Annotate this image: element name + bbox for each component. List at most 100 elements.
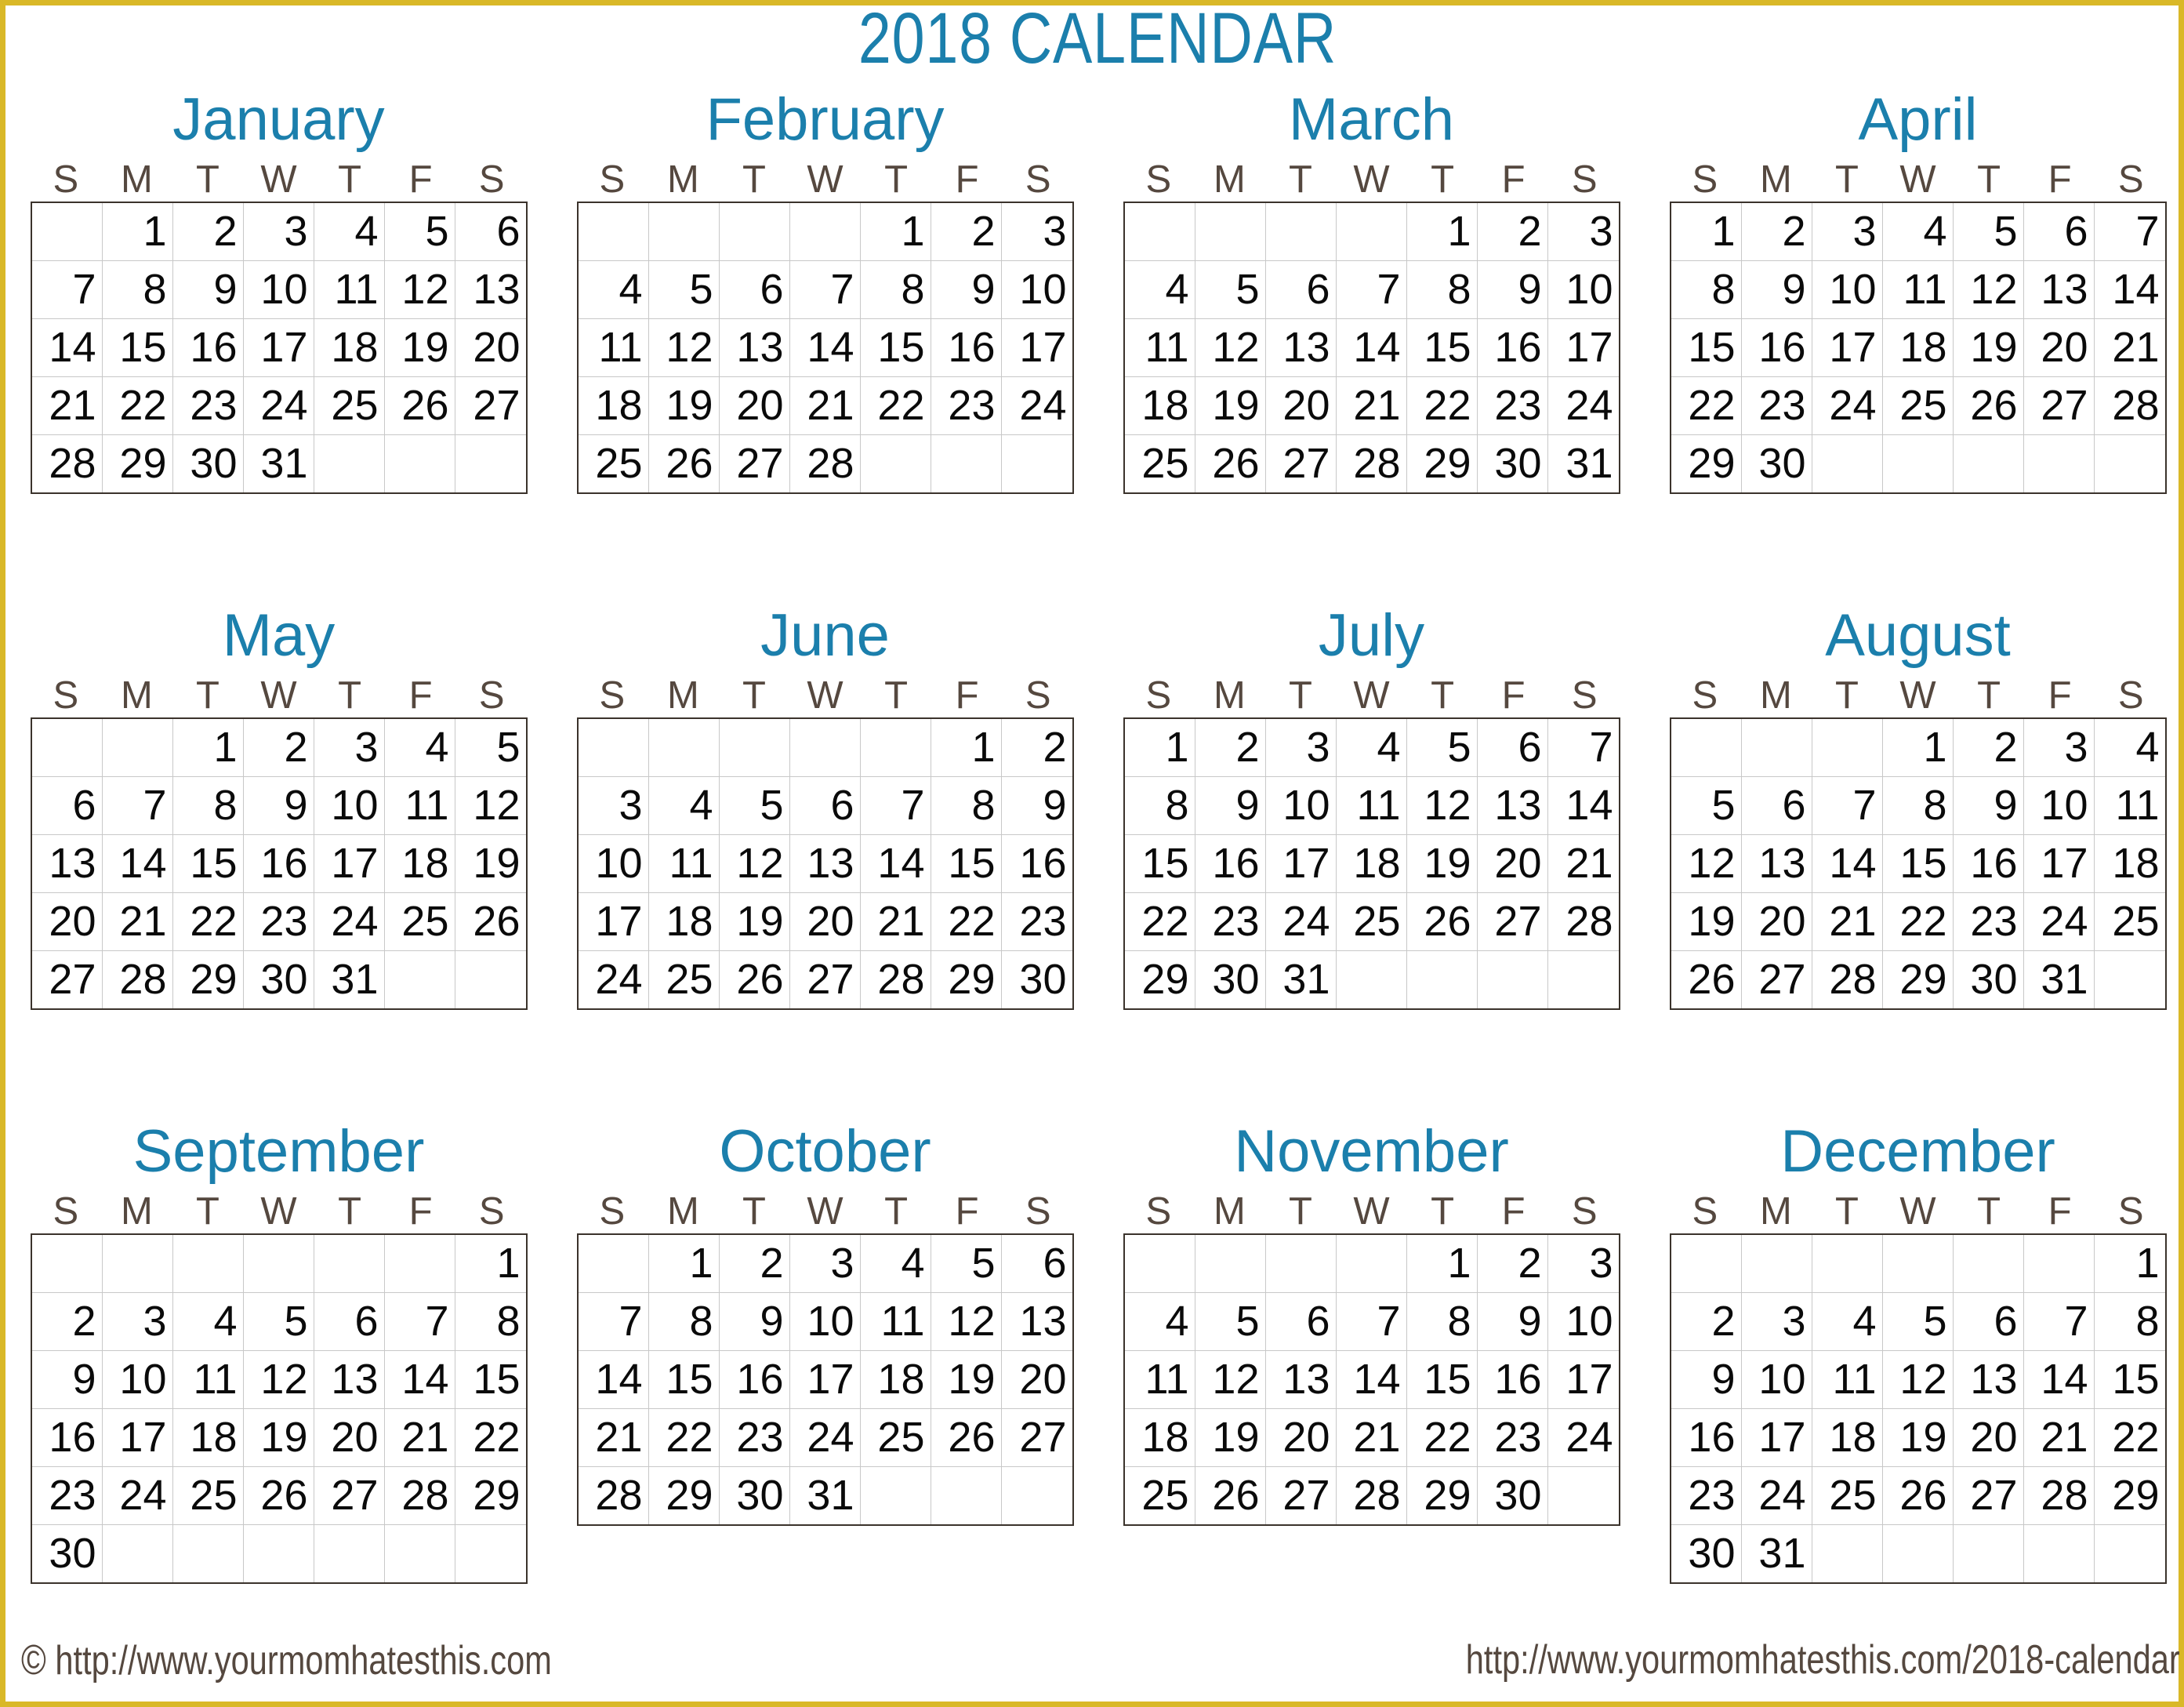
day-cell[interactable]: 27 bbox=[1002, 1409, 1072, 1466]
day-cell[interactable]: 25 bbox=[1337, 893, 1407, 950]
day-cell[interactable]: 20 bbox=[1002, 1351, 1072, 1408]
day-cell[interactable]: 7 bbox=[2095, 203, 2165, 260]
day-cell[interactable]: 22 bbox=[173, 893, 244, 950]
day-cell[interactable]: 28 bbox=[385, 1467, 455, 1524]
day-cell[interactable]: 4 bbox=[861, 1235, 931, 1292]
day-cell[interactable]: 31 bbox=[1266, 951, 1337, 1008]
day-cell[interactable]: 13 bbox=[790, 835, 861, 892]
day-cell[interactable]: 10 bbox=[103, 1351, 173, 1408]
day-cell[interactable]: 18 bbox=[1883, 319, 1954, 376]
day-cell[interactable]: 12 bbox=[1195, 1351, 1266, 1408]
day-cell[interactable]: 3 bbox=[1266, 719, 1337, 776]
day-cell[interactable]: 17 bbox=[579, 893, 649, 950]
day-cell[interactable]: 28 bbox=[1337, 435, 1407, 492]
day-cell[interactable]: 14 bbox=[1812, 835, 1883, 892]
day-cell[interactable]: 15 bbox=[455, 1351, 526, 1408]
day-cell[interactable]: 2 bbox=[1002, 719, 1072, 776]
day-cell[interactable]: 13 bbox=[1002, 1293, 1072, 1350]
day-cell[interactable]: 10 bbox=[244, 261, 314, 318]
day-cell[interactable]: 28 bbox=[2024, 1467, 2095, 1524]
day-cell[interactable]: 6 bbox=[790, 777, 861, 834]
day-cell[interactable]: 21 bbox=[2024, 1409, 2095, 1466]
day-cell[interactable]: 11 bbox=[385, 777, 455, 834]
day-cell[interactable]: 30 bbox=[244, 951, 314, 1008]
day-cell[interactable]: 5 bbox=[244, 1293, 314, 1350]
day-cell[interactable]: 6 bbox=[1954, 1293, 2024, 1350]
day-cell[interactable]: 19 bbox=[244, 1409, 314, 1466]
day-cell[interactable]: 21 bbox=[1337, 1409, 1407, 1466]
day-cell[interactable]: 23 bbox=[1954, 893, 2024, 950]
day-cell[interactable]: 18 bbox=[1125, 377, 1195, 434]
day-cell[interactable]: 15 bbox=[1671, 319, 1742, 376]
day-cell[interactable]: 16 bbox=[1478, 319, 1548, 376]
day-cell[interactable]: 11 bbox=[314, 261, 385, 318]
day-cell[interactable]: 28 bbox=[2095, 377, 2165, 434]
day-cell[interactable]: 8 bbox=[931, 777, 1002, 834]
day-cell[interactable]: 22 bbox=[1671, 377, 1742, 434]
day-cell[interactable]: 25 bbox=[649, 951, 720, 1008]
day-cell[interactable]: 9 bbox=[1195, 777, 1266, 834]
day-cell[interactable]: 28 bbox=[32, 435, 103, 492]
day-cell[interactable]: 25 bbox=[1883, 377, 1954, 434]
day-cell[interactable]: 6 bbox=[314, 1293, 385, 1350]
day-cell[interactable]: 13 bbox=[1478, 777, 1548, 834]
day-cell[interactable]: 15 bbox=[931, 835, 1002, 892]
day-cell[interactable]: 29 bbox=[103, 435, 173, 492]
day-cell[interactable]: 9 bbox=[1671, 1351, 1742, 1408]
day-cell[interactable]: 9 bbox=[931, 261, 1002, 318]
day-cell[interactable]: 24 bbox=[1742, 1467, 1812, 1524]
day-cell[interactable]: 12 bbox=[1883, 1351, 1954, 1408]
day-cell[interactable]: 27 bbox=[1266, 435, 1337, 492]
day-cell[interactable]: 12 bbox=[649, 319, 720, 376]
day-cell[interactable]: 5 bbox=[720, 777, 790, 834]
day-cell[interactable]: 20 bbox=[314, 1409, 385, 1466]
day-cell[interactable]: 7 bbox=[1812, 777, 1883, 834]
day-cell[interactable]: 14 bbox=[32, 319, 103, 376]
day-cell[interactable]: 16 bbox=[1002, 835, 1072, 892]
day-cell[interactable]: 14 bbox=[2024, 1351, 2095, 1408]
day-cell[interactable]: 24 bbox=[103, 1467, 173, 1524]
day-cell[interactable]: 12 bbox=[1407, 777, 1478, 834]
day-cell[interactable]: 11 bbox=[1125, 1351, 1195, 1408]
day-cell[interactable]: 31 bbox=[1742, 1525, 1812, 1582]
day-cell[interactable]: 21 bbox=[32, 377, 103, 434]
day-cell[interactable]: 31 bbox=[244, 435, 314, 492]
day-cell[interactable]: 24 bbox=[790, 1409, 861, 1466]
day-cell[interactable]: 19 bbox=[931, 1351, 1002, 1408]
day-cell[interactable]: 30 bbox=[32, 1525, 103, 1582]
day-cell[interactable]: 23 bbox=[1742, 377, 1812, 434]
day-cell[interactable]: 7 bbox=[385, 1293, 455, 1350]
day-cell[interactable]: 3 bbox=[2024, 719, 2095, 776]
day-cell[interactable]: 1 bbox=[861, 203, 931, 260]
day-cell[interactable]: 31 bbox=[790, 1467, 861, 1524]
day-cell[interactable]: 30 bbox=[1478, 435, 1548, 492]
day-cell[interactable]: 5 bbox=[455, 719, 526, 776]
day-cell[interactable]: 23 bbox=[1478, 1409, 1548, 1466]
day-cell[interactable]: 28 bbox=[861, 951, 931, 1008]
day-cell[interactable]: 30 bbox=[1742, 435, 1812, 492]
day-cell[interactable]: 16 bbox=[1478, 1351, 1548, 1408]
day-cell[interactable]: 10 bbox=[1812, 261, 1883, 318]
day-cell[interactable]: 25 bbox=[2095, 893, 2165, 950]
day-cell[interactable]: 16 bbox=[1954, 835, 2024, 892]
day-cell[interactable]: 30 bbox=[1478, 1467, 1548, 1524]
day-cell[interactable]: 12 bbox=[931, 1293, 1002, 1350]
day-cell[interactable]: 14 bbox=[1337, 1351, 1407, 1408]
day-cell[interactable]: 19 bbox=[1883, 1409, 1954, 1466]
day-cell[interactable]: 20 bbox=[1954, 1409, 2024, 1466]
day-cell[interactable]: 22 bbox=[1407, 1409, 1478, 1466]
day-cell[interactable]: 2 bbox=[32, 1293, 103, 1350]
day-cell[interactable]: 27 bbox=[2024, 377, 2095, 434]
day-cell[interactable]: 19 bbox=[720, 893, 790, 950]
day-cell[interactable]: 17 bbox=[1266, 835, 1337, 892]
day-cell[interactable]: 7 bbox=[790, 261, 861, 318]
day-cell[interactable]: 17 bbox=[1742, 1409, 1812, 1466]
day-cell[interactable]: 22 bbox=[1407, 377, 1478, 434]
day-cell[interactable]: 3 bbox=[314, 719, 385, 776]
day-cell[interactable]: 16 bbox=[720, 1351, 790, 1408]
day-cell[interactable]: 18 bbox=[1812, 1409, 1883, 1466]
day-cell[interactable]: 29 bbox=[1883, 951, 1954, 1008]
day-cell[interactable]: 24 bbox=[1002, 377, 1072, 434]
day-cell[interactable]: 28 bbox=[1812, 951, 1883, 1008]
day-cell[interactable]: 6 bbox=[455, 203, 526, 260]
